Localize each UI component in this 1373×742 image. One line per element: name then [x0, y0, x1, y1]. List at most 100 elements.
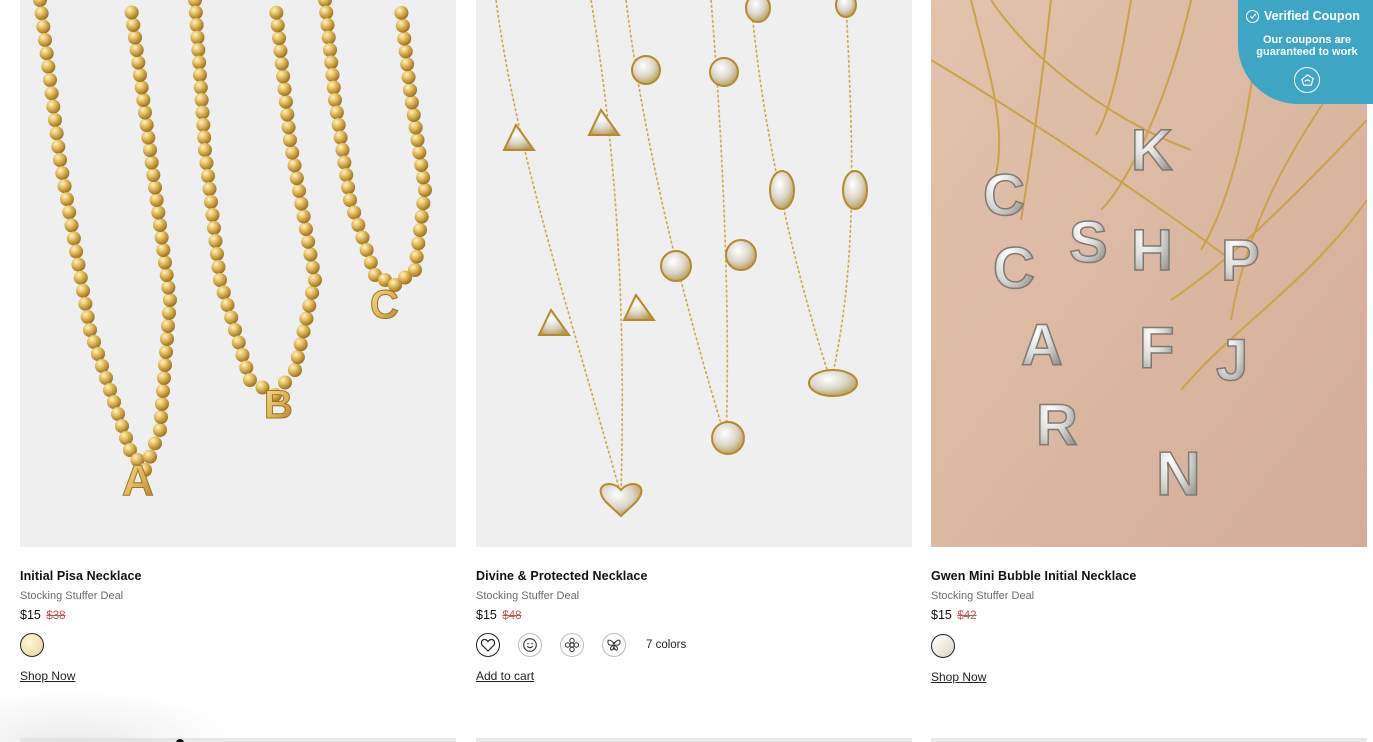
- product-card-divine-protected[interactable]: Divine & Protected Necklace Stocking Stu…: [476, 0, 912, 683]
- bead: [213, 273, 227, 287]
- bead: [408, 263, 422, 277]
- bead: [199, 156, 214, 170]
- bead: [162, 306, 176, 320]
- butterfly-icon: [607, 639, 621, 651]
- add-to-cart-link[interactable]: Add to cart: [476, 669, 534, 683]
- bead: [154, 230, 169, 245]
- bead: [341, 180, 356, 195]
- bead: [44, 86, 59, 101]
- bead: [188, 5, 203, 20]
- svg-text:N: N: [1156, 440, 1201, 509]
- bead: [243, 373, 257, 387]
- bead: [296, 324, 311, 339]
- bead: [400, 57, 415, 72]
- bead: [289, 171, 304, 186]
- bead: [235, 348, 250, 362]
- product-grid: A B C Initial Pisa Necklace Stocking Stu…: [0, 0, 1373, 742]
- svg-text:C: C: [993, 236, 1035, 301]
- product-title[interactable]: Divine & Protected Necklace: [476, 569, 648, 583]
- product-image-initial-pisa[interactable]: A B C: [20, 0, 456, 547]
- bead: [38, 33, 52, 47]
- bead: [196, 118, 211, 132]
- bead: [401, 70, 416, 85]
- bead: [280, 107, 295, 122]
- bead: [155, 397, 169, 411]
- swatch-butterfly[interactable]: [602, 633, 626, 657]
- bead: [339, 168, 354, 182]
- product-image-divine-protected[interactable]: [476, 0, 912, 547]
- bead: [151, 205, 166, 220]
- bead: [83, 323, 97, 337]
- bead: [305, 260, 320, 275]
- bead: [51, 139, 66, 154]
- bead: [337, 155, 352, 170]
- svg-text:J: J: [1216, 328, 1248, 393]
- bead: [161, 319, 175, 333]
- bead: [293, 337, 308, 352]
- bead: [359, 243, 374, 257]
- bead: [115, 419, 129, 433]
- product-title[interactable]: Initial Pisa Necklace: [20, 569, 142, 583]
- smiley-icon: [523, 638, 537, 652]
- swatch-gold[interactable]: [20, 633, 44, 657]
- bead: [154, 410, 168, 424]
- color-swatches: [20, 633, 62, 657]
- sale-price: $15: [931, 608, 952, 622]
- bead: [351, 218, 366, 232]
- swatch-smiley[interactable]: [518, 633, 542, 657]
- bead: [301, 234, 316, 249]
- bead: [160, 332, 174, 346]
- bead: [394, 5, 409, 20]
- swatch-heart[interactable]: [476, 633, 500, 657]
- bead: [409, 249, 424, 264]
- style-swatches: 7 colors: [476, 633, 686, 657]
- bead: [87, 335, 101, 349]
- bead: [39, 46, 54, 61]
- verified-coupon-badge[interactable]: Verified Coupon Our coupons are guarante…: [1238, 0, 1373, 104]
- shop-now-link[interactable]: Shop Now: [20, 669, 75, 683]
- bead: [343, 193, 357, 207]
- bead: [46, 99, 61, 114]
- swatch-silver[interactable]: [931, 634, 955, 658]
- product-card-initial-pisa[interactable]: A B C Initial Pisa Necklace Stocking Stu…: [20, 0, 456, 683]
- bead: [136, 93, 151, 107]
- bead: [207, 221, 221, 235]
- bead: [292, 183, 307, 198]
- badge-text: Our coupons are guaranteed to work: [1256, 34, 1358, 58]
- bead: [192, 55, 207, 70]
- bead: [80, 309, 95, 324]
- svg-text:R: R: [1036, 393, 1078, 458]
- bead: [76, 283, 91, 298]
- bead: [276, 69, 291, 84]
- product-subtitle: Stocking Stuffer Deal: [931, 590, 1035, 602]
- svg-text:S: S: [1069, 210, 1108, 275]
- swatch-flower[interactable]: [560, 633, 584, 657]
- bead: [129, 43, 144, 57]
- bead: [53, 153, 67, 167]
- bead: [163, 293, 177, 307]
- svg-text:C: C: [983, 163, 1025, 228]
- bead: [143, 143, 157, 157]
- bead: [198, 143, 212, 157]
- bead: [355, 230, 370, 245]
- bead: [210, 247, 224, 261]
- next-row-image-3: [931, 738, 1367, 742]
- bead: [111, 407, 125, 421]
- bead: [285, 145, 300, 160]
- colors-count[interactable]: 7 colors: [646, 639, 686, 651]
- bead: [107, 395, 121, 409]
- bead: [131, 55, 146, 70]
- bead: [59, 192, 74, 207]
- bead: [231, 335, 246, 350]
- bead: [220, 298, 235, 312]
- bead: [159, 345, 173, 359]
- pendant-letter-b-text: B: [264, 383, 293, 427]
- product-title[interactable]: Gwen Mini Bubble Initial Necklace: [931, 569, 1136, 583]
- bead: [153, 423, 167, 437]
- pendant-letter-b: B: [264, 383, 294, 428]
- check-circle-icon: [1246, 9, 1259, 23]
- shop-now-link[interactable]: Shop Now: [931, 670, 986, 684]
- bead: [158, 358, 172, 372]
- svg-text:F: F: [1139, 316, 1174, 381]
- bead: [191, 43, 206, 57]
